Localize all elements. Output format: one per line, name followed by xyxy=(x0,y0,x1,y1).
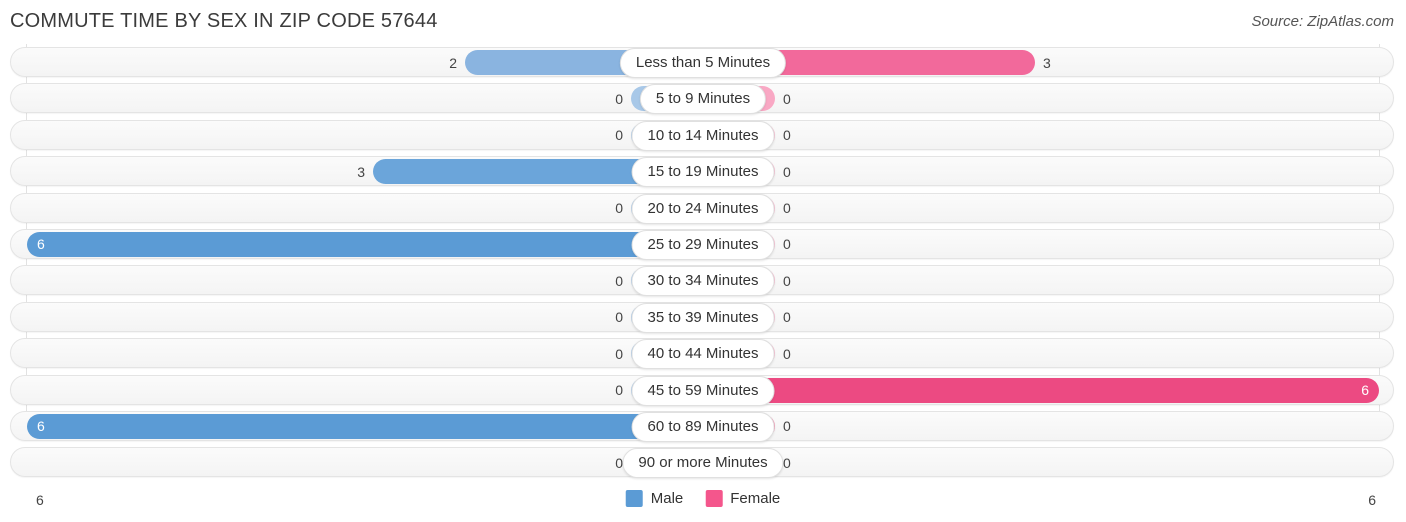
legend-label: Female xyxy=(730,490,781,507)
male-value-label: 6 xyxy=(37,236,45,253)
axis-tick-left: 6 xyxy=(36,492,44,508)
table-row: 3 0 15 to 19 Minutes xyxy=(0,153,1406,189)
legend-swatch-icon xyxy=(705,490,723,507)
female-value-label: 3 xyxy=(1043,54,1051,71)
female-value-label: 0 xyxy=(783,272,791,289)
category-label: Less than 5 Minutes xyxy=(619,48,787,78)
female-value-label: 0 xyxy=(783,418,791,435)
male-bar[interactable]: 6 xyxy=(27,413,703,439)
category-label: 45 to 59 Minutes xyxy=(631,375,775,406)
legend-swatch-icon xyxy=(625,490,643,507)
female-value-label: 6 xyxy=(1361,382,1369,399)
male-value-label: 3 xyxy=(357,163,365,180)
male-value-label: 0 xyxy=(615,127,623,144)
category-label: 20 to 24 Minutes xyxy=(631,193,775,224)
category-label: 30 to 34 Minutes xyxy=(631,266,775,297)
chart-header: COMMUTE TIME BY SEX IN ZIP CODE 57644 So… xyxy=(0,0,1406,44)
male-value-label: 0 xyxy=(615,345,623,362)
category-label: 15 to 19 Minutes xyxy=(631,157,775,188)
male-value-label: 0 xyxy=(615,90,623,107)
chart-plot-area: 2 3 Less than 5 Minutes 0 0 5 to 9 Minutes 0 0 1… xyxy=(0,44,1406,484)
female-value-label: 0 xyxy=(783,454,791,471)
legend-item-male[interactable]: Male xyxy=(625,490,684,507)
table-row: 0 0 90 or more Minutes xyxy=(0,444,1406,480)
category-label: 35 to 39 Minutes xyxy=(631,302,775,333)
female-value-label: 0 xyxy=(783,127,791,144)
table-row: 0 6 45 to 59 Minutes xyxy=(0,372,1406,408)
category-label: 90 or more Minutes xyxy=(622,448,784,479)
table-row: 0 0 10 to 14 Minutes xyxy=(0,117,1406,153)
female-value-label: 0 xyxy=(783,309,791,326)
category-label: 60 to 89 Minutes xyxy=(631,411,775,442)
male-bar-group: 6 xyxy=(27,413,703,439)
bar-rows-container: 2 3 Less than 5 Minutes 0 0 5 to 9 Minutes 0 0 1… xyxy=(0,44,1406,481)
male-value-label: 0 xyxy=(615,382,623,399)
female-value-label: 0 xyxy=(783,163,791,180)
female-value-label: 0 xyxy=(783,90,791,107)
male-value-label: 2 xyxy=(449,54,457,71)
table-row: 0 0 40 to 44 Minutes xyxy=(0,335,1406,371)
category-label: 5 to 9 Minutes xyxy=(639,84,767,115)
table-row: 6 0 25 to 29 Minutes xyxy=(0,226,1406,262)
legend-item-female[interactable]: Female xyxy=(705,490,780,507)
male-value-label: 0 xyxy=(615,200,623,217)
category-label: 40 to 44 Minutes xyxy=(631,339,775,370)
female-bar[interactable]: 6 xyxy=(703,377,1379,403)
chart-legend: Male Female xyxy=(625,490,780,507)
table-row: 0 0 20 to 24 Minutes xyxy=(0,190,1406,226)
female-value-label: 0 xyxy=(783,200,791,217)
legend-label: Male xyxy=(650,490,684,507)
axis-tick-right: 6 xyxy=(1368,492,1376,508)
male-value-label: 0 xyxy=(615,272,623,289)
page-title: COMMUTE TIME BY SEX IN ZIP CODE 57644 xyxy=(10,10,438,32)
male-value-label: 0 xyxy=(615,309,623,326)
source-attribution: Source: ZipAtlas.com xyxy=(1251,13,1394,30)
table-row: 0 0 30 to 34 Minutes xyxy=(0,262,1406,298)
female-value-label: 0 xyxy=(783,236,791,253)
category-label: 10 to 14 Minutes xyxy=(631,120,775,151)
table-row: 6 0 60 to 89 Minutes xyxy=(0,408,1406,444)
male-value-label: 6 xyxy=(37,418,45,435)
female-bar-group: 6 xyxy=(703,377,1379,403)
table-row: 0 0 35 to 39 Minutes xyxy=(0,299,1406,335)
table-row: 0 0 5 to 9 Minutes xyxy=(0,80,1406,116)
female-value-label: 0 xyxy=(783,345,791,362)
table-row: 2 3 Less than 5 Minutes xyxy=(0,44,1406,80)
male-bar[interactable]: 6 xyxy=(27,231,703,257)
category-label: 25 to 29 Minutes xyxy=(631,229,775,260)
male-bar-group: 6 xyxy=(27,231,703,257)
chart-footer: 6 6 Male Female xyxy=(0,484,1406,522)
